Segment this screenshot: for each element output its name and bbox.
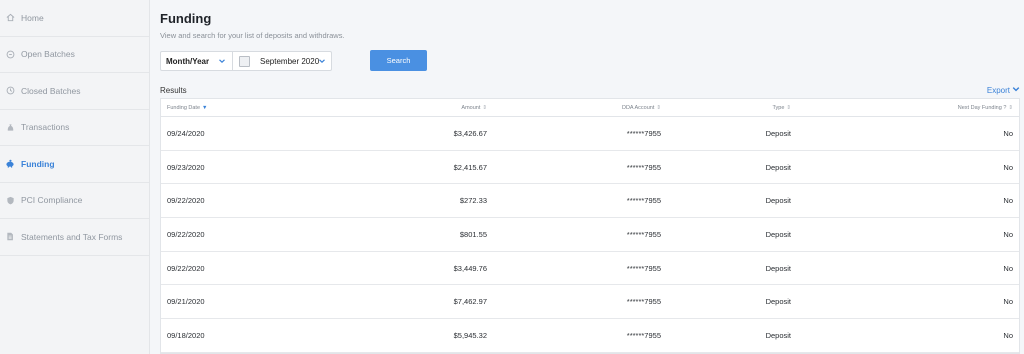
cell-next-day: No [1003,330,1013,340]
cell-date: 09/24/2020 [167,128,205,138]
sidebar-item-label: Home [21,12,44,23]
table-row[interactable]: 09/21/2020 $7,462.97 ******7955 Deposit … [161,285,1019,320]
open-batches-icon [5,49,15,59]
chevron-down-icon [218,57,226,67]
period-type-value: Month/Year [166,56,210,66]
results-label: Results [160,86,187,95]
column-header-funding-date[interactable]: Funding Date ▼ [161,105,311,111]
cell-amount: $801.55 [459,229,487,239]
table-row[interactable]: 09/23/2020 $2,415.67 ******7955 Deposit … [161,151,1019,185]
cell-type: Deposit [765,229,791,239]
sidebar-item-closed-batches[interactable]: Closed Batches [0,73,149,110]
sidebar-item-label: Closed Batches [21,85,81,96]
table-header: Funding Date ▼ Amount ⇕ DDA Account ⇕ Type ⇕… [161,99,1019,117]
cell-date: 09/21/2020 [167,297,205,307]
page-title: Funding [160,11,212,26]
sidebar-item-pci-compliance[interactable]: PCI Compliance [0,183,149,219]
chevron-down-icon [1010,85,1020,95]
sort-icon: ⇕ [1008,104,1013,111]
money-bag-icon [5,122,15,132]
funding-table: Funding Date ▼ Amount ⇕ DDA Account ⇕ Type ⇕… [160,98,1020,354]
export-button[interactable]: Export [987,85,1020,95]
cell-amount: $2,415.67 [453,162,487,172]
table-row[interactable]: 09/18/2020 $5,945.32 ******7955 Deposit … [161,319,1019,353]
table-row[interactable]: 09/24/2020 $3,426.67 ******7955 Deposit … [161,117,1019,151]
sidebar-item-funding[interactable]: Funding [0,146,149,183]
cell-date: 09/22/2020 [167,263,205,273]
sidebar-item-label: Transactions [21,122,70,133]
chevron-down-icon [318,57,326,67]
cell-next-day: No [1003,263,1013,273]
column-header-amount[interactable]: Amount ⇕ [311,105,487,111]
cell-amount: $7,462.97 [453,297,487,307]
sort-desc-icon: ▼ [202,104,208,111]
table-row[interactable]: 09/22/2020 $3,449.76 ******7955 Deposit … [161,252,1019,286]
cell-type: Deposit [765,330,791,340]
export-label: Export [986,85,1010,95]
sidebar-item-label: Statements and Tax Forms [21,231,123,242]
cell-next-day: No [1003,128,1013,138]
cell-date: 09/23/2020 [167,162,205,172]
piggy-bank-icon [5,159,15,169]
sidebar-item-transactions[interactable]: Transactions [0,110,149,146]
table-row[interactable]: 09/22/2020 $801.55 ******7955 Deposit No [161,218,1019,252]
clock-icon [5,86,15,96]
cell-amount: $3,449.76 [453,263,487,273]
cell-amount: $5,945.32 [453,330,487,340]
period-value: September 2020 [260,56,320,66]
search-button[interactable]: Search [370,50,427,71]
cell-date: 09/22/2020 [167,196,205,206]
cell-date: 09/22/2020 [167,229,205,239]
cell-account: ******7955 [626,330,661,340]
cell-account: ******7955 [626,128,661,138]
cell-account: ******7955 [626,229,661,239]
cell-account: ******7955 [626,196,661,206]
sidebar-item-home[interactable]: Home [0,0,149,37]
main-content: Funding View and search for your list of… [150,0,1024,354]
document-icon [5,232,15,242]
sidebar-item-open-batches[interactable]: Open Batches [0,37,149,73]
cell-account: ******7955 [626,297,661,307]
cell-account: ******7955 [626,263,661,273]
cell-next-day: No [1003,196,1013,206]
period-value-select[interactable]: September 2020 [232,51,332,71]
column-header-type[interactable]: Type ⇕ [661,105,791,111]
cell-type: Deposit [765,162,791,172]
sidebar-item-statements[interactable]: Statements and Tax Forms [0,219,149,256]
page-subtitle: View and search for your list of deposit… [160,31,345,40]
cell-next-day: No [1003,162,1013,172]
home-icon [5,13,15,23]
calendar-icon [239,55,250,67]
sidebar-item-label: Funding [21,158,55,169]
cell-account: ******7955 [626,162,661,172]
sidebar-item-label: Open Batches [21,49,75,60]
cell-type: Deposit [765,263,791,273]
sidebar-item-label: PCI Compliance [21,195,83,206]
cell-type: Deposit [765,297,791,307]
cell-next-day: No [1003,229,1013,239]
cell-type: Deposit [765,196,791,206]
period-type-select[interactable]: Month/Year [160,51,233,71]
cell-type: Deposit [765,128,791,138]
sidebar: Home Open Batches Closed Batches Transac… [0,0,150,354]
cell-amount: $272.33 [459,196,487,206]
cell-date: 09/18/2020 [167,330,205,340]
shield-icon [5,195,15,205]
table-row[interactable]: 09/22/2020 $272.33 ******7955 Deposit No [161,184,1019,219]
column-header-dda-account[interactable]: DDA Account ⇕ [487,105,661,111]
cell-next-day: No [1003,297,1013,307]
column-header-next-day-funding[interactable]: Next Day Funding ? ⇕ [791,105,1013,111]
cell-amount: $3,426.67 [453,128,487,138]
